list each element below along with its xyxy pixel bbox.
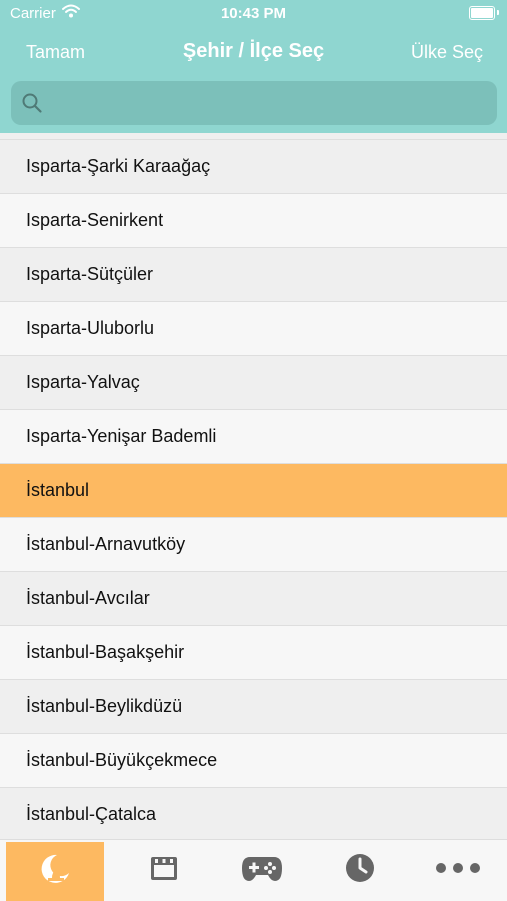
status-time: 10:43 PM xyxy=(220,5,287,22)
list-item[interactable]: Isparta-Yenişar Bademli xyxy=(0,410,507,464)
tab-bar xyxy=(0,839,507,901)
list-item[interactable]: İstanbul-Başakşehir xyxy=(0,626,507,680)
list-item-label: Isparta-Yenişar Bademli xyxy=(26,426,217,446)
header: Carrier 10:43 PM Tamam Şehir / İlçe Seç … xyxy=(0,0,507,133)
status-bar: Carrier 10:43 PM xyxy=(0,0,507,28)
city-list[interactable]: Isparta-Şarki Karaağaç Isparta-Senirkent I… xyxy=(0,133,507,839)
list-item[interactable]: İstanbul-Büyükçekmece xyxy=(0,734,507,788)
list-item[interactable]: İstanbul-Çatalca xyxy=(0,788,507,839)
tab-calendar[interactable] xyxy=(115,840,213,901)
select-country-button[interactable]: Ülke Seç xyxy=(411,42,483,63)
battery-icon xyxy=(469,6,499,20)
list-item[interactable]: İstanbul-Avcılar xyxy=(0,572,507,626)
nav-bar: Tamam Şehir / İlçe Seç Ülke Seç xyxy=(0,28,507,78)
clock-icon xyxy=(344,852,376,889)
list-item-label: Isparta-Senirkent xyxy=(26,210,164,230)
list-item-partial xyxy=(0,133,507,140)
list-item-label: İstanbul-Beylikdüzü xyxy=(26,696,183,716)
list-item[interactable]: Isparta-Sütçüler xyxy=(0,248,507,302)
list-item[interactable]: Isparta-Şarki Karaağaç xyxy=(0,140,507,194)
search-bar[interactable] xyxy=(11,81,497,127)
list-item-label: Isparta-Şarki Karaağaç xyxy=(26,156,211,176)
list-item[interactable]: İstanbul-Arnavutköy xyxy=(0,518,507,572)
tab-prayer-times[interactable] xyxy=(6,842,104,901)
list-item-selected[interactable]: İstanbul xyxy=(0,464,507,518)
list-item-label: İstanbul-Başakşehir xyxy=(26,642,185,662)
list-item[interactable]: Isparta-Senirkent xyxy=(0,194,507,248)
list-item-label: Isparta-Uluborlu xyxy=(26,318,155,338)
search-input[interactable] xyxy=(51,81,495,127)
list-item-label: İstanbul-Arnavutköy xyxy=(26,534,186,554)
list-item-label: İstanbul-Çatalca xyxy=(26,804,157,824)
list-item-label: İstanbul-Avcılar xyxy=(26,588,150,608)
more-icon xyxy=(435,861,481,880)
list-item-label: Isparta-Sütçüler xyxy=(26,264,154,284)
list-item-label: İstanbul-Büyükçekmece xyxy=(26,750,218,770)
list-item-label: Isparta-Yalvaç xyxy=(26,372,140,392)
search-icon xyxy=(21,92,43,119)
done-button[interactable]: Tamam xyxy=(26,42,85,63)
list-item[interactable]: İstanbul-Beylikdüzü xyxy=(0,680,507,734)
calendar-icon xyxy=(148,852,180,889)
tab-clock[interactable] xyxy=(311,840,409,901)
list-item[interactable]: Isparta-Uluborlu xyxy=(0,302,507,356)
tab-more[interactable] xyxy=(409,840,507,901)
list-item[interactable]: Isparta-Yalvaç xyxy=(0,356,507,410)
list-item-label: İstanbul xyxy=(26,480,90,500)
gamepad-icon xyxy=(240,852,284,889)
mosque-moon-icon xyxy=(37,851,73,892)
tab-games[interactable] xyxy=(213,840,311,901)
